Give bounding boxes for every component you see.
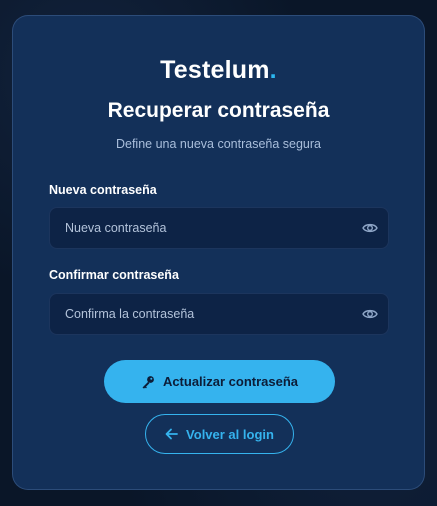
confirm-password-input[interactable] [50, 294, 350, 334]
arrow-left-icon [165, 428, 178, 440]
brand-logo: Testelum. [13, 55, 424, 85]
reset-password-card: Testelum. Recuperar contraseña Define un… [12, 15, 425, 490]
new-password-label: Nueva contraseña [49, 183, 157, 197]
back-to-login-label: Volver al login [186, 426, 274, 442]
update-password-label: Actualizar contraseña [162, 374, 299, 389]
update-password-button[interactable]: Actualizar contraseña [104, 360, 335, 403]
eye-icon[interactable] [362, 221, 378, 235]
page-title: Recuperar contraseña [107, 99, 330, 122]
eye-icon[interactable] [362, 307, 378, 321]
brand-dot: . [269, 56, 277, 84]
new-password-input[interactable] [50, 208, 350, 248]
key-icon [141, 375, 155, 389]
new-password-field [49, 207, 389, 249]
page-subtitle: Define una nueva contraseña segura [115, 137, 321, 151]
back-to-login-button[interactable]: Volver al login [145, 414, 294, 454]
confirm-password-field [49, 293, 389, 335]
confirm-password-label: Confirmar contraseña [49, 268, 179, 282]
brand-name: Testelum [160, 56, 270, 84]
